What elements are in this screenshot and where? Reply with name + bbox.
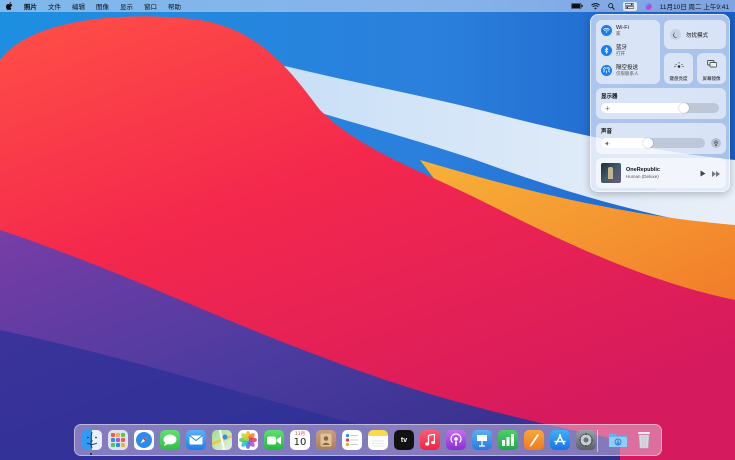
menu-image[interactable]: 图像 xyxy=(96,1,109,11)
airplay-audio-icon[interactable] xyxy=(711,138,721,148)
airdrop-icon xyxy=(601,65,612,77)
dock-separator xyxy=(597,430,598,452)
wifi-icon xyxy=(601,25,612,37)
reminders-icon[interactable] xyxy=(342,430,362,450)
system-preferences-icon[interactable] xyxy=(576,430,596,450)
control-center-panel: Wi-Fi 家 蓝牙 打开 隔空投送 仅限联系人 勿扰模式 键盘亮度 屏幕镜像 … xyxy=(590,14,730,192)
play-icon[interactable] xyxy=(700,164,706,182)
notes-icon[interactable] xyxy=(368,430,388,450)
facetime-icon[interactable] xyxy=(264,430,284,450)
display-tile: 显示器 xyxy=(596,88,726,119)
menu-help[interactable]: 帮助 xyxy=(168,1,181,11)
wifi-toggle[interactable]: Wi-Fi 家 xyxy=(601,25,629,37)
network-tile: Wi-Fi 家 蓝牙 打开 隔空投送 仅限联系人 xyxy=(596,20,660,84)
menu-bar: 照片 文件 编辑 图像 显示 窗口 帮助 11月10日 周二 上午9:41 xyxy=(0,0,735,12)
screen-mirroring-icon xyxy=(706,55,717,73)
battery-icon[interactable] xyxy=(570,3,583,9)
keynote-icon[interactable] xyxy=(472,430,492,450)
maps-icon[interactable] xyxy=(212,430,232,450)
display-brightness-slider[interactable] xyxy=(601,103,719,113)
siri-icon[interactable] xyxy=(645,2,652,10)
speaker-icon xyxy=(604,140,610,146)
pages-icon[interactable] xyxy=(524,430,544,450)
album-art xyxy=(601,163,621,183)
trash-icon[interactable] xyxy=(634,430,654,450)
now-playing-artist: OneRepublic xyxy=(626,166,660,173)
finder-running-indicator xyxy=(90,453,92,455)
photos-icon[interactable] xyxy=(238,430,258,450)
dnd-label: 勿扰模式 xyxy=(686,32,709,39)
now-playing-tile[interactable]: OneRepublic Human (Deluxe) xyxy=(596,158,726,188)
do-not-disturb-tile[interactable]: 勿扰模式 xyxy=(664,20,726,49)
bluetooth-toggle[interactable]: 蓝牙 打开 xyxy=(601,45,627,57)
tv-glyph: tv xyxy=(400,436,408,444)
moon-icon xyxy=(670,29,681,40)
airdrop-subtitle: 仅限联系人 xyxy=(616,71,639,76)
downloads-folder-icon[interactable] xyxy=(608,430,628,450)
sound-label: 声音 xyxy=(601,129,613,135)
display-label: 显示器 xyxy=(601,94,618,100)
calendar-icon[interactable]: 11月 10 xyxy=(290,430,310,450)
numbers-icon[interactable] xyxy=(498,430,518,450)
mail-icon[interactable] xyxy=(186,430,206,450)
screen-mirroring-tile[interactable]: 屏幕镜像 xyxy=(697,53,726,84)
menu-view[interactable]: 显示 xyxy=(120,1,133,11)
spotlight-search-icon[interactable] xyxy=(608,2,615,10)
messages-icon[interactable] xyxy=(160,430,180,450)
brightness-icon xyxy=(604,105,610,111)
control-center-icon[interactable] xyxy=(622,1,637,11)
menubar-clock[interactable]: 11月10日 周二 上午9:41 xyxy=(660,1,729,11)
sound-tile: 声音 xyxy=(596,123,726,154)
contacts-icon[interactable] xyxy=(316,430,336,450)
display-brightness-fill xyxy=(601,103,689,113)
keyboard-brightness-icon xyxy=(673,55,684,73)
keyboard-brightness-tile[interactable]: 键盘亮度 xyxy=(664,53,693,84)
screen-mirroring-label: 屏幕镜像 xyxy=(702,76,721,81)
volume-knob[interactable] xyxy=(643,138,654,148)
menu-window[interactable]: 窗口 xyxy=(144,1,157,11)
apple-menu-icon[interactable] xyxy=(6,2,14,11)
menu-file[interactable]: 文件 xyxy=(48,1,61,11)
apple-tv-icon[interactable]: tv xyxy=(394,430,414,450)
keyboard-brightness-label: 键盘亮度 xyxy=(669,76,688,81)
forward-icon[interactable] xyxy=(712,164,720,182)
wifi-subtitle: 家 xyxy=(616,31,621,36)
wifi-icon[interactable] xyxy=(590,2,600,10)
airdrop-toggle[interactable]: 隔空投送 仅限联系人 xyxy=(601,65,639,77)
menu-edit[interactable]: 编辑 xyxy=(72,1,85,11)
dock: 11月 10 tv xyxy=(74,424,662,456)
menu-app-name[interactable]: 照片 xyxy=(24,1,37,11)
app-store-icon[interactable] xyxy=(550,430,570,450)
display-brightness-knob[interactable] xyxy=(678,103,689,113)
music-icon[interactable] xyxy=(420,430,440,450)
calendar-day: 10 xyxy=(293,437,307,448)
podcasts-icon[interactable] xyxy=(446,430,466,450)
now-playing-album: Human (Deluxe) xyxy=(626,173,659,179)
safari-icon[interactable] xyxy=(134,430,154,450)
bluetooth-icon xyxy=(601,45,612,57)
finder-icon[interactable] xyxy=(82,430,102,450)
bluetooth-subtitle: 打开 xyxy=(616,51,625,56)
volume-slider[interactable] xyxy=(601,138,705,148)
launchpad-icon[interactable] xyxy=(108,430,128,450)
